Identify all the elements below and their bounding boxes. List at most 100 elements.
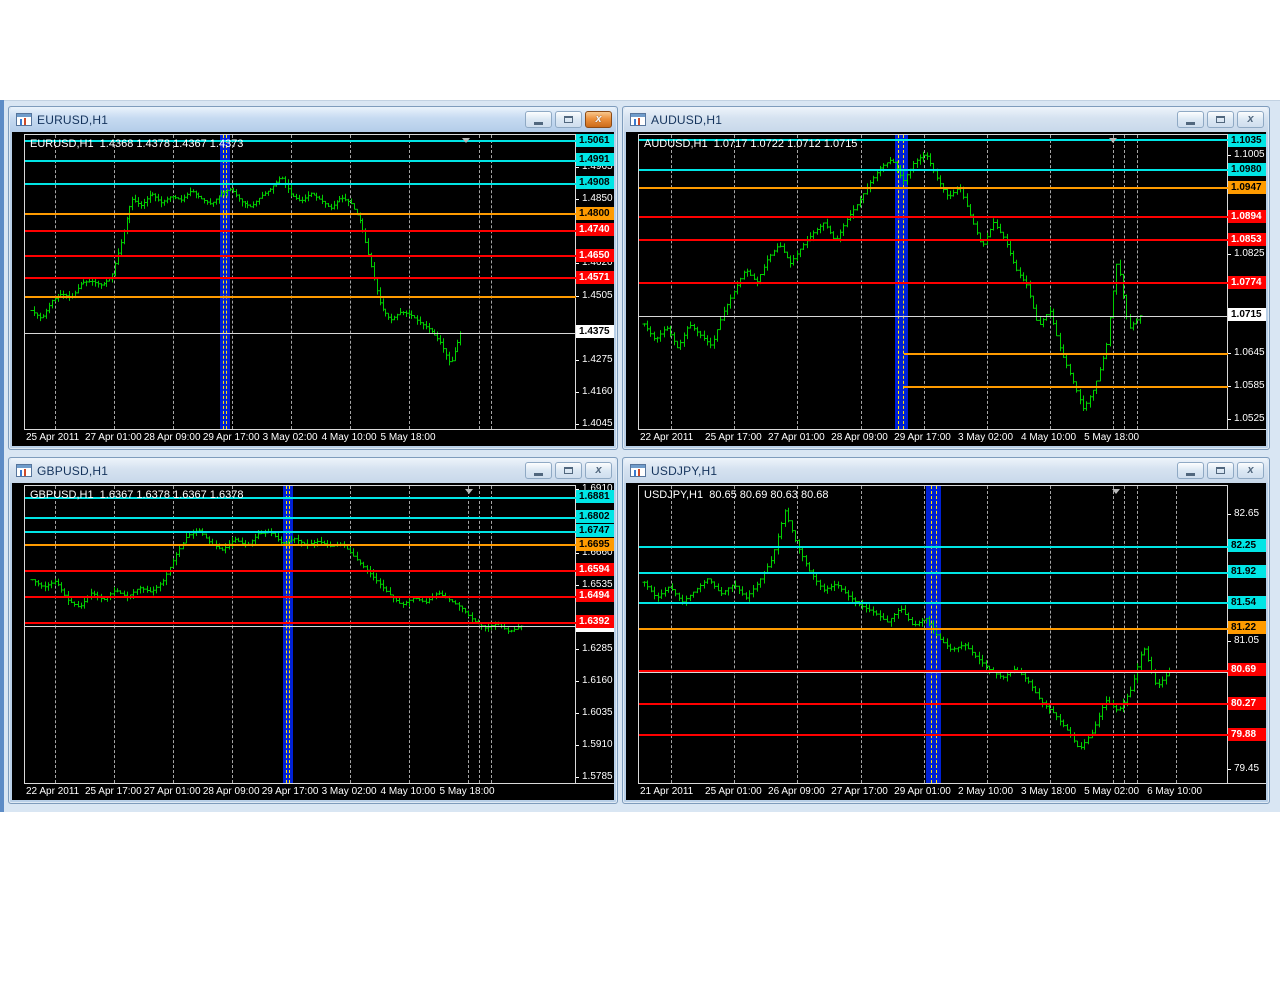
chart-window-audusd: AUDUSD,H1 x AUDUSD,H1 1.0717 1.0722 1.07… xyxy=(622,106,1270,450)
price-tag-white: 1.4375 xyxy=(576,325,614,339)
date-axis-label: 5 May 18:00 xyxy=(380,432,436,443)
price-tag-red: 1.0853 xyxy=(1228,232,1266,246)
window-titlebar[interactable]: USDJPY,H1 x xyxy=(624,458,1268,483)
price-axis-tick: 82.65 xyxy=(1228,508,1266,520)
price-tag-cyan: 1.5061 xyxy=(576,134,614,147)
ohlc-readout: AUDUSD,H1 1.0717 1.0722 1.0712 1.0715 xyxy=(644,138,858,150)
window-titlebar[interactable]: AUDUSD,H1 x xyxy=(624,107,1268,132)
chart-plot[interactable]: AUDUSD,H1 1.0717 1.0722 1.0712 1.0715 xyxy=(638,134,1228,430)
price-tag-red: 1.0894 xyxy=(1228,209,1266,223)
horizontal-level-line xyxy=(639,627,1228,630)
price-tag-cyan: 1.4991 xyxy=(576,153,614,167)
restore-button[interactable] xyxy=(555,462,582,479)
down-arrow-marker xyxy=(1109,138,1118,143)
horizontal-level-line xyxy=(25,255,576,257)
chart-plot[interactable]: USDJPY,H1 80.65 80.69 80.63 80.68 xyxy=(638,485,1228,784)
horizontal-level-line xyxy=(639,282,1228,285)
window-titlebar[interactable]: EURUSD,H1 x xyxy=(10,107,616,132)
minimize-button[interactable] xyxy=(1177,462,1204,479)
price-axis-tick: 1.4275 xyxy=(576,354,614,366)
chart-window-usdjpy: USDJPY,H1 x USDJPY,H1 80.65 80.69 80.63 … xyxy=(622,457,1270,804)
price-tag-cyan: 1.6802 xyxy=(576,510,614,524)
date-axis[interactable]: 21 Apr 2011 25 Apr 01:00 26 Apr 09:00 27 Ap… xyxy=(638,783,1266,800)
minimize-button[interactable] xyxy=(525,462,552,479)
price-axis[interactable]: 1.6910 1.6660 1.6535 1.6285 1.6160 1.6035 1.59… xyxy=(575,483,614,784)
price-axis-tick: 1.4850 xyxy=(576,193,614,205)
window-titlebar[interactable]: GBPUSD,H1 x xyxy=(10,458,616,483)
price-tag-orange: 1.0947 xyxy=(1228,180,1266,194)
price-axis-tick: 1.0645 xyxy=(1228,347,1266,359)
horizontal-level-line xyxy=(25,159,576,162)
date-axis-label: 26 Apr 09:00 xyxy=(768,786,825,797)
down-arrow-marker xyxy=(1112,489,1121,494)
chart-canvas-gbpusd[interactable]: GBPUSD,H1 1.6367 1.6378 1.6367 1.6378 1.… xyxy=(12,483,614,800)
price-axis-tick: 1.0585 xyxy=(1228,380,1266,392)
minimize-button[interactable] xyxy=(525,111,552,128)
date-axis[interactable]: 22 Apr 2011 25 Apr 17:00 27 Apr 01:00 28 Ap… xyxy=(638,429,1266,446)
horizontal-level-line xyxy=(25,621,576,624)
date-axis-label: 2 May 10:00 xyxy=(957,786,1014,797)
window-title: EURUSD,H1 xyxy=(37,112,109,127)
chart-window-icon xyxy=(16,464,32,477)
restore-button[interactable] xyxy=(1207,111,1234,128)
date-axis-label: 29 Apr 17:00 xyxy=(894,432,951,443)
horizontal-level-line xyxy=(25,626,576,628)
price-axis[interactable]: 82.65 81.05 79.45 82.25 81.92 81.54 81.22 80.69… xyxy=(1227,485,1266,784)
chart-plot[interactable]: EURUSD,H1 1.4368 1.4378 1.4367 1.4373 xyxy=(24,134,576,430)
price-tag-cyan: 81.54 xyxy=(1228,595,1266,609)
date-axis-label: 29 Apr 17:00 xyxy=(261,786,319,797)
date-axis[interactable]: 25 Apr 2011 27 Apr 01:00 28 Apr 09:00 29 Ap… xyxy=(24,429,614,446)
price-tag-red: 80.27 xyxy=(1228,696,1266,710)
date-axis-label: 28 Apr 09:00 xyxy=(202,786,260,797)
price-axis[interactable]: 1.1005 1.0825 1.0645 1.0585 1.0525 1.1035 1.09… xyxy=(1227,134,1266,430)
horizontal-level-line xyxy=(25,182,576,185)
horizontal-level-line xyxy=(639,703,1228,706)
chart-window-icon xyxy=(16,113,32,126)
chart-canvas-usdjpy[interactable]: USDJPY,H1 80.65 80.69 80.63 80.68 82.65 8… xyxy=(626,483,1266,800)
horizontal-level-line xyxy=(639,545,1228,548)
restore-button[interactable] xyxy=(1207,462,1234,479)
close-button[interactable]: x xyxy=(585,462,612,479)
close-button[interactable]: x xyxy=(1237,462,1264,479)
price-axis-tick: 1.6035 xyxy=(576,707,614,719)
restore-button[interactable] xyxy=(555,111,582,128)
chart-plot[interactable]: GBPUSD,H1 1.6367 1.6378 1.6367 1.6378 xyxy=(24,485,576,784)
date-axis-label: 25 Apr 2011 xyxy=(26,432,80,443)
price-tag-cyan: 1.6747 xyxy=(576,524,614,538)
price-tag-white: 1.0715 xyxy=(1228,308,1266,322)
minimize-button[interactable] xyxy=(1177,111,1204,128)
workspace-edge-strip xyxy=(0,100,4,812)
close-button[interactable]: x xyxy=(585,111,612,128)
date-axis-label: 5 May 18:00 xyxy=(439,786,495,797)
price-axis-tick: 81.05 xyxy=(1228,635,1266,647)
price-tag-cyan: 82.25 xyxy=(1228,539,1266,552)
price-tag-red: 1.4650 xyxy=(576,248,614,262)
chart-canvas-eurusd[interactable]: EURUSD,H1 1.4368 1.4378 1.4367 1.4373 1.… xyxy=(12,132,614,446)
price-axis-tick: 1.1005 xyxy=(1228,149,1266,161)
price-axis-tick: 1.5785 xyxy=(576,771,614,783)
price-tag-red: 80.69 xyxy=(1228,663,1266,677)
price-tag-red: 1.4571 xyxy=(576,270,614,284)
date-axis-label: 28 Apr 09:00 xyxy=(831,432,888,443)
horizontal-level-line xyxy=(25,229,576,232)
horizontal-level-line xyxy=(25,569,576,572)
price-axis[interactable]: 1.4965 1.4850 1.4620 1.4505 1.4275 1.4160 1.40… xyxy=(575,134,614,430)
horizontal-level-line xyxy=(639,239,1228,241)
price-axis-tick: 1.6160 xyxy=(576,675,614,687)
horizontal-level-line xyxy=(904,386,1228,389)
window-title: GBPUSD,H1 xyxy=(37,463,109,478)
date-axis-label: 5 May 18:00 xyxy=(1084,432,1140,443)
down-arrow-marker xyxy=(465,489,474,494)
horizontal-level-line xyxy=(25,516,576,519)
date-axis-label: 28 Apr 09:00 xyxy=(143,432,201,443)
date-axis-label: 6 May 10:00 xyxy=(1147,786,1203,797)
chart-window-gbpusd: GBPUSD,H1 x GBPUSD,H1 1.6367 1.6378 1.63… xyxy=(8,457,618,804)
close-button[interactable]: x xyxy=(1237,111,1264,128)
price-tag-cyan: 1.1035 xyxy=(1228,134,1266,147)
price-tag-orange: 81.22 xyxy=(1228,621,1266,634)
chart-canvas-audusd[interactable]: AUDUSD,H1 1.0717 1.0722 1.0712 1.0715 1.… xyxy=(626,132,1266,446)
price-tag-cyan: 1.0980 xyxy=(1228,162,1266,176)
chart-window-eurusd: EURUSD,H1 x EURUSD,H1 1.4368 1.4378 1.43… xyxy=(8,106,618,450)
date-axis[interactable]: 22 Apr 2011 25 Apr 17:00 27 Apr 01:00 28 Ap… xyxy=(24,783,614,800)
horizontal-level-line xyxy=(25,213,576,216)
